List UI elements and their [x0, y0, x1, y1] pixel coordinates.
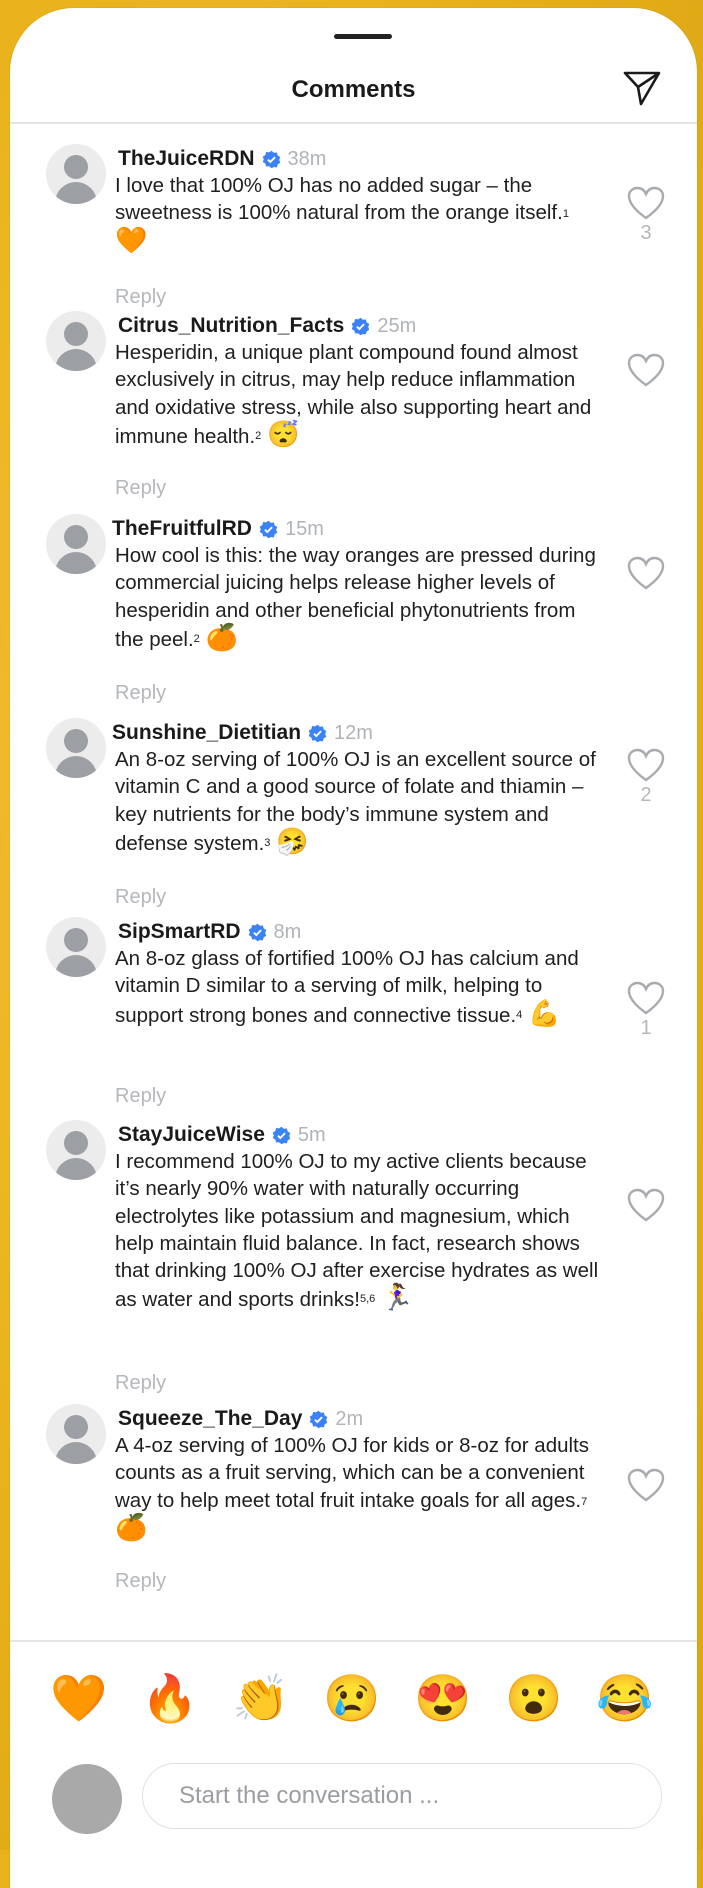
verified-badge-icon [310, 1410, 328, 1428]
comment-time: 2m [335, 1407, 364, 1430]
reply-button[interactable]: Reply [115, 1085, 166, 1108]
reply-button[interactable]: Reply [115, 1372, 166, 1395]
like-button[interactable] [626, 353, 666, 389]
avatar[interactable] [46, 917, 106, 977]
comment-time: 25m [377, 314, 417, 337]
reaction-orange-heart[interactable]: 🧡 [50, 1671, 107, 1726]
comment-text: An 8-oz glass of fortified 100% OJ has c… [115, 947, 579, 1028]
comment-text: How cool is this: the way oranges are pr… [115, 544, 596, 652]
reaction-clapping-hands[interactable]: 👏 [232, 1671, 289, 1726]
verified-badge-icon [352, 317, 370, 335]
avatar[interactable] [46, 718, 106, 778]
comment-text: A 4-oz serving of 100% OJ for kids or 8-… [115, 1434, 589, 1542]
comment-time: 15m [284, 517, 324, 540]
like-count: 3 [640, 222, 652, 244]
reply-button[interactable]: Reply [115, 1570, 166, 1593]
heart-icon [627, 186, 665, 220]
verified-badge-icon [259, 520, 278, 538]
like-button[interactable] [626, 1468, 666, 1504]
sneezing-face-emoji: 🤧 [276, 825, 309, 856]
composer-avatar [52, 1764, 122, 1834]
comment-username[interactable]: SipSmartRD [118, 920, 241, 944]
avatar[interactable] [46, 514, 106, 574]
page-title: Comments [291, 76, 416, 103]
comment-text: I love that 100% OJ has no added sugar –… [115, 174, 569, 255]
comment-username[interactable]: Squeeze_The_Day [118, 1407, 302, 1431]
verified-badge-icon [262, 150, 280, 168]
footnote-ref: 3 [264, 836, 271, 849]
like-button[interactable] [626, 1188, 666, 1224]
avatar[interactable] [46, 311, 106, 371]
heart-icon [627, 981, 665, 1015]
comment-username[interactable]: StayJuiceWise [118, 1123, 265, 1147]
sleeping-face-emoji: 😴 [267, 418, 300, 449]
heart-icon [627, 353, 665, 387]
comment-text: Hesperidin, a unique plant compound foun… [115, 341, 592, 449]
reply-button[interactable]: Reply [115, 286, 166, 309]
header-divider [10, 122, 697, 124]
comment-username[interactable]: Citrus_Nutrition_Facts [118, 314, 344, 338]
comments-sheet: Comments TheJuiceRDN 38m I love that 100… [10, 8, 697, 1888]
comment-time: 12m [334, 721, 373, 744]
comment-username[interactable]: TheJuiceRDN [118, 147, 255, 171]
verified-badge-icon [248, 923, 266, 941]
avatar[interactable] [46, 1120, 106, 1180]
avatar[interactable] [46, 144, 106, 204]
verified-badge-icon [272, 1126, 291, 1144]
orange-heart-emoji: 🧡 [115, 224, 148, 255]
paper-plane-icon[interactable] [622, 68, 662, 108]
footnote-ref: 2 [255, 429, 262, 442]
footnote-ref: 5,6 [359, 1293, 376, 1306]
footnote-ref: 7 [581, 1495, 588, 1508]
heart-icon [627, 748, 665, 782]
like-count: 2 [640, 784, 652, 806]
comment-text: I recommend 100% OJ to my active clients… [115, 1150, 599, 1313]
footnote-ref: 1 [562, 208, 569, 221]
reaction-tears-of-joy[interactable]: 😂 [596, 1671, 653, 1726]
footer-divider [10, 1640, 697, 1642]
comment-time: 8m [273, 920, 302, 943]
like-count: 1 [640, 1017, 652, 1039]
heart-icon [627, 1188, 665, 1222]
avatar[interactable] [46, 1404, 106, 1464]
comment-username[interactable]: TheFruitfulRD [112, 517, 252, 541]
reaction-crying-face[interactable]: 😢 [323, 1671, 380, 1726]
verified-badge-icon [308, 724, 327, 742]
woman-running-emoji: 🏃‍♀️ [380, 1282, 414, 1313]
heart-icon [627, 556, 665, 590]
like-button[interactable]: 2 [626, 748, 666, 807]
tangerine-emoji: 🍊 [115, 1511, 148, 1542]
sheet-grabber-handle[interactable] [334, 34, 392, 39]
like-button[interactable]: 1 [626, 981, 666, 1040]
comment-input[interactable] [142, 1763, 662, 1829]
reaction-heart-eyes[interactable]: 😍 [414, 1671, 471, 1726]
comment-time: 5m [297, 1123, 326, 1146]
reply-button[interactable]: Reply [115, 477, 166, 500]
comment-text: An 8-oz serving of 100% OJ is an excelle… [115, 748, 596, 856]
reaction-surprised-face[interactable]: 😮 [505, 1671, 562, 1726]
footnote-ref: 2 [193, 632, 200, 645]
like-button[interactable] [626, 556, 666, 592]
tangerine-emoji: 🍊 [205, 621, 238, 652]
like-button[interactable]: 3 [626, 186, 666, 245]
flexed-biceps-emoji: 💪 [527, 997, 561, 1028]
reply-button[interactable]: Reply [115, 682, 166, 705]
comment-username[interactable]: Sunshine_Dietitian [112, 721, 301, 745]
reply-button[interactable]: Reply [115, 886, 166, 909]
reaction-fire[interactable]: 🔥 [141, 1671, 198, 1726]
footnote-ref: 4 [516, 1008, 523, 1021]
comment-time: 38m [287, 147, 327, 170]
heart-icon [627, 1468, 665, 1502]
